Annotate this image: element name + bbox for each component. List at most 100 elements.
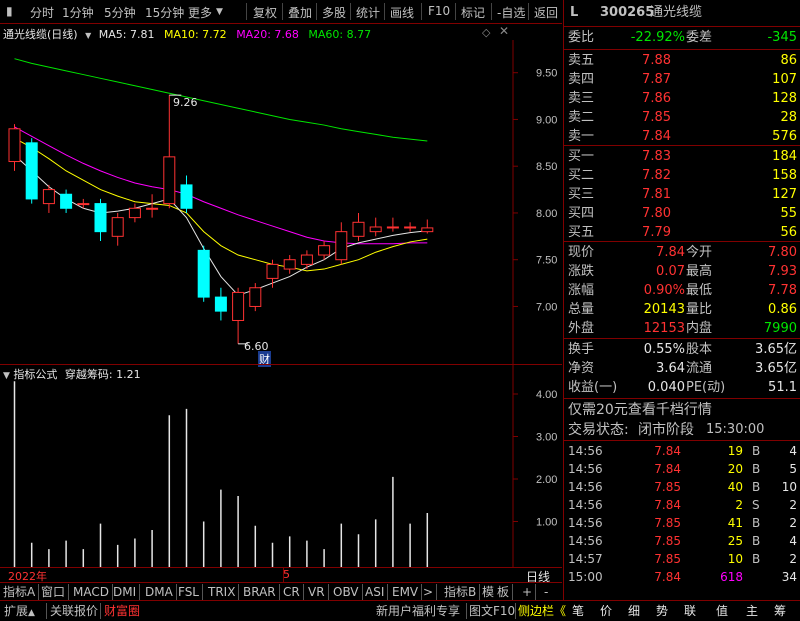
tick-count: 4 xyxy=(789,444,797,458)
candle[interactable] xyxy=(214,287,227,321)
btn-biaoji[interactable]: 标记 xyxy=(461,4,485,21)
candle[interactable] xyxy=(249,283,262,312)
candle-body xyxy=(352,221,365,237)
tick-volume: 2 xyxy=(735,498,743,512)
buy-volume: 184 xyxy=(772,149,797,164)
tick-row: 15:00 7.84 618 34 xyxy=(564,568,800,586)
candle[interactable] xyxy=(180,175,193,213)
candle[interactable] xyxy=(386,217,399,232)
btn-fuquan[interactable]: 复权 xyxy=(253,4,277,21)
status-tab-shi[interactable]: 势 xyxy=(656,603,668,619)
candle[interactable] xyxy=(300,250,313,270)
tab-window[interactable]: 窗口 xyxy=(38,584,70,600)
tab-obv[interactable]: OBV xyxy=(330,584,363,600)
tab-15min[interactable]: 15分钟 xyxy=(145,4,184,21)
sell-row[interactable]: 卖二 7.85 28 xyxy=(564,109,800,127)
tab-indicator-b[interactable]: 指标B xyxy=(441,584,481,600)
sell-row[interactable]: 卖三 7.86 128 xyxy=(564,90,800,108)
candle[interactable] xyxy=(94,198,107,241)
buy-row[interactable]: 买四 7.80 55 xyxy=(564,205,800,223)
tab-remove[interactable]: - xyxy=(541,584,551,600)
tab-more[interactable]: 更多 xyxy=(188,4,212,21)
kline-chart[interactable]: 9.50 9.00 8.50 8.00 7.50 7.00 xyxy=(0,24,562,364)
status-f10[interactable]: 图文F10 xyxy=(466,603,515,619)
candle[interactable] xyxy=(77,198,90,209)
btn-duogu[interactable]: 多股 xyxy=(322,4,346,21)
tab-fsl[interactable]: FSL xyxy=(175,584,203,600)
quote-row: 涨幅 0.90% 最低 7.78 xyxy=(564,282,800,300)
tab-indicator-a[interactable]: 指标A xyxy=(0,584,40,600)
more-dropdown-icon[interactable]: ▼ xyxy=(216,7,223,17)
status-tab-zhu[interactable]: 主 xyxy=(746,603,758,619)
tab-vr[interactable]: VR xyxy=(305,584,329,600)
sell-row[interactable]: 卖一 7.84 576 xyxy=(564,128,800,146)
status-tab-jia[interactable]: 价 xyxy=(600,603,612,619)
status-new-user[interactable]: 新用户福利专享 xyxy=(376,603,460,619)
candle[interactable] xyxy=(335,222,348,265)
candle[interactable] xyxy=(25,138,38,204)
candle-body xyxy=(404,226,417,229)
btn-fanhui[interactable]: 返回 xyxy=(534,4,558,21)
quote-value: 20143 xyxy=(643,302,685,317)
candle[interactable] xyxy=(421,219,434,234)
candle[interactable] xyxy=(369,217,382,237)
quote-value: 7.84 xyxy=(656,245,685,260)
candle[interactable] xyxy=(128,203,141,223)
status-related-quote[interactable]: 关联报价 xyxy=(46,603,98,619)
candle[interactable] xyxy=(146,194,159,218)
tab-cr[interactable]: CR xyxy=(280,584,304,600)
tab-1min[interactable]: 1分钟 xyxy=(62,4,94,21)
candle[interactable] xyxy=(404,222,417,232)
tab-dmi[interactable]: DMI xyxy=(110,584,141,600)
status-tab-lian[interactable]: 联 xyxy=(684,603,696,619)
candle[interactable] xyxy=(232,287,245,344)
btn-tongji[interactable]: 统计 xyxy=(356,4,380,21)
sell-row[interactable]: 卖四 7.87 107 xyxy=(564,71,800,89)
y-tick-label: 9.50 xyxy=(536,68,557,80)
candle[interactable] xyxy=(352,212,365,241)
btn-f10[interactable]: F10 xyxy=(428,4,450,18)
status-sidebar[interactable]: 侧边栏《 xyxy=(515,603,566,619)
candle-body xyxy=(300,254,313,265)
candle[interactable] xyxy=(42,184,55,213)
btn-zixuan[interactable]: -自选 xyxy=(497,4,525,21)
tab-add[interactable]: + xyxy=(519,584,537,600)
volume-indicator-chart[interactable]: 4.00 3.00 2.00 1.00 xyxy=(0,364,562,568)
candle[interactable] xyxy=(266,259,279,288)
promo-row[interactable]: 仅需20元查看千档行情 xyxy=(564,401,800,419)
buy-row[interactable]: 买五 7.79 56 xyxy=(564,224,800,242)
buy-row[interactable]: 买一 7.83 184 xyxy=(564,148,800,166)
tab-emv[interactable]: EMV xyxy=(389,584,423,600)
status-expand[interactable]: 扩展▲ xyxy=(4,603,35,619)
status-wealth-circle[interactable]: 财富圈 xyxy=(100,603,140,619)
tick-side: B xyxy=(752,552,761,566)
tab-5min[interactable]: 5分钟 xyxy=(104,4,136,21)
buy-label: 买四 xyxy=(568,206,595,221)
status-tab-chou[interactable]: 筹 xyxy=(774,603,786,619)
candle[interactable] xyxy=(197,245,210,302)
candle[interactable] xyxy=(111,212,124,246)
status-tab-bi[interactable]: 笔 xyxy=(572,603,584,619)
tab-dma[interactable]: DMA xyxy=(142,584,177,600)
tab-template-2[interactable]: 板 xyxy=(494,584,514,600)
candle[interactable] xyxy=(60,189,73,213)
buy-row[interactable]: 买二 7.82 158 xyxy=(564,167,800,185)
status-tab-xi[interactable]: 细 xyxy=(628,603,640,619)
tab-more-arrow[interactable]: > xyxy=(420,584,438,600)
tab-brar[interactable]: BRAR xyxy=(240,584,280,600)
menu-left-icon[interactable]: ▮ xyxy=(6,4,13,18)
tab-asi[interactable]: ASI xyxy=(362,584,389,600)
candle[interactable] xyxy=(163,95,176,209)
sell-row[interactable]: 卖五 7.88 86 xyxy=(564,52,800,70)
candle[interactable] xyxy=(283,255,296,274)
btn-huaxian[interactable]: 画线 xyxy=(390,4,414,21)
buy-row[interactable]: 买三 7.81 127 xyxy=(564,186,800,204)
status-tab-zhi[interactable]: 值 xyxy=(716,603,728,619)
tab-fenshi[interactable]: 分时 xyxy=(30,4,54,21)
tick-price: 7.85 xyxy=(654,552,681,566)
btn-diejia[interactable]: 叠加 xyxy=(288,4,312,21)
promo-text[interactable]: 仅需20元查看千档行情 xyxy=(568,401,712,419)
tab-macd[interactable]: MACD xyxy=(70,584,113,600)
candle[interactable] xyxy=(8,124,21,171)
tab-trix[interactable]: TRIX xyxy=(205,584,240,600)
